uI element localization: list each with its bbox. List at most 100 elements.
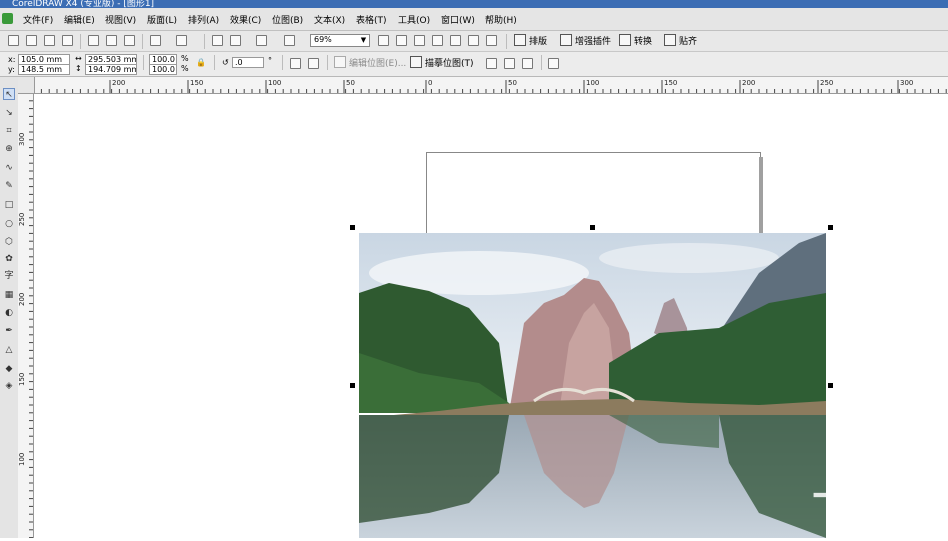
paste-icon[interactable] — [124, 35, 135, 46]
crop-tool-icon[interactable]: ⌗ — [3, 125, 15, 137]
scale-height-field[interactable]: 100.0 — [149, 64, 177, 75]
smart-fill-icon[interactable]: ✎ — [3, 180, 15, 192]
ruler-v-label: 150 — [18, 373, 26, 386]
table-tool-icon[interactable]: ▦ — [3, 289, 15, 301]
undo-icon[interactable] — [150, 35, 161, 46]
bitmap-color-mask-icon[interactable] — [522, 58, 533, 69]
trace-bitmap-label: 描摹位图(T) — [425, 59, 474, 69]
convert-button[interactable]: 转换 — [619, 34, 652, 49]
fill-tool-icon[interactable]: ◆ — [3, 363, 15, 375]
ruler-origin[interactable] — [18, 77, 35, 94]
y-position-field[interactable]: 148.5 mm — [18, 64, 70, 75]
freehand-tool-icon[interactable]: ∿ — [3, 162, 15, 174]
ellipse-tool-icon[interactable]: ○ — [3, 218, 15, 230]
zoom-height-icon[interactable] — [486, 35, 497, 46]
crop-bitmap-icon[interactable] — [486, 58, 497, 69]
eyedropper-icon[interactable]: ✒ — [3, 325, 15, 337]
interactive-fill-icon[interactable]: ◈ — [3, 380, 15, 392]
toolbox: ↖ ↘ ⌗ ⊕ ∿ ✎ □ ○ ⬡ ✿ 字 ▦ ◐ ✒ △ ◆ ◈ — [0, 77, 19, 538]
separator — [143, 55, 144, 70]
selection-handle-top-left[interactable] — [350, 225, 355, 230]
save-icon[interactable] — [44, 35, 55, 46]
percent-label: % — [181, 54, 189, 63]
resample-icon[interactable] — [504, 58, 515, 69]
export-icon[interactable] — [230, 35, 241, 46]
rotation-angle-field[interactable]: .0 — [232, 57, 264, 68]
menu-effects[interactable]: 效果(C) — [230, 13, 261, 26]
welcome-screen-icon[interactable] — [284, 35, 295, 46]
horizontal-ruler[interactable]: 200 150 100 50 0 50 100 150 200 250 300 — [17, 77, 948, 94]
vertical-ruler[interactable]: 300 250 200 150 100 — [18, 92, 34, 539]
zoom-width-icon[interactable] — [468, 35, 479, 46]
ruler-h-label: 150 — [190, 79, 203, 87]
ruler-h-label: 50 — [346, 79, 355, 87]
ruler-h-label: 200 — [742, 79, 755, 87]
ruler-h-label: 50 — [508, 79, 517, 87]
menu-tools[interactable]: 工具(O) — [398, 13, 430, 26]
menu-table[interactable]: 表格(T) — [356, 13, 387, 26]
plugin-button[interactable]: 增强插件 — [560, 34, 611, 49]
shape-tool-icon[interactable]: ↘ — [3, 107, 15, 119]
application-launcher-icon[interactable] — [256, 35, 267, 46]
lock-ratio-icon[interactable]: 🔒 — [196, 58, 206, 67]
zoom-level-value: 69% — [314, 35, 332, 44]
menu-text[interactable]: 文本(X) — [314, 13, 345, 26]
menu-layout[interactable]: 版面(L) — [147, 13, 177, 26]
selection-handle-top-middle[interactable] — [590, 225, 595, 230]
text-tool-icon[interactable]: 字 — [3, 270, 15, 282]
layout-button[interactable]: 排版 — [514, 34, 547, 49]
menu-file[interactable]: 文件(F) — [23, 13, 53, 26]
zoom-all-icon[interactable] — [432, 35, 443, 46]
height-icon: ↕ — [75, 64, 82, 73]
ruler-v-label: 250 — [18, 213, 26, 226]
copy-icon[interactable] — [106, 35, 117, 46]
menu-view[interactable]: 视图(V) — [105, 13, 136, 26]
zoom-page-icon[interactable] — [450, 35, 461, 46]
zoom-selected-icon[interactable] — [414, 35, 425, 46]
snap-button[interactable]: 贴齐 — [664, 34, 697, 49]
separator — [214, 55, 215, 70]
menu-bar: 文件(F) 编辑(E) 视图(V) 版面(L) 排列(A) 效果(C) 位图(B… — [0, 8, 948, 31]
ruler-h-label: 100 — [268, 79, 281, 87]
vertical-ruler-ticks: 300 250 200 150 100 — [18, 92, 33, 539]
zoom-tool-icon[interactable]: ⊕ — [3, 143, 15, 155]
menu-arrange[interactable]: 排列(A) — [188, 13, 219, 26]
selection-handle-middle-right[interactable] — [828, 383, 833, 388]
rectangle-tool-icon[interactable]: □ — [3, 199, 15, 211]
zoom-in-icon[interactable] — [378, 35, 389, 46]
new-doc-icon[interactable] — [8, 35, 19, 46]
basic-shapes-icon[interactable]: ✿ — [3, 253, 15, 265]
window-title: CorelDRAW X4 (专业版) - [图形1] — [12, 0, 155, 8]
redo-icon[interactable] — [176, 35, 187, 46]
open-icon[interactable] — [26, 35, 37, 46]
import-icon[interactable] — [212, 35, 223, 46]
ruler-v-label: 100 — [18, 453, 26, 466]
print-icon[interactable] — [62, 35, 73, 46]
selection-handle-middle-left[interactable] — [350, 383, 355, 388]
selection-handle-top-right[interactable] — [828, 225, 833, 230]
zoom-level-select[interactable]: 69% ▼ — [310, 34, 370, 47]
menu-edit[interactable]: 编辑(E) — [64, 13, 95, 26]
separator — [541, 55, 542, 70]
menu-help[interactable]: 帮助(H) — [485, 13, 517, 26]
interactive-blend-icon[interactable]: ◐ — [3, 307, 15, 319]
edit-bitmap-icon — [334, 56, 346, 68]
outline-pen-icon[interactable]: △ — [3, 344, 15, 356]
polygon-tool-icon[interactable]: ⬡ — [3, 236, 15, 248]
selected-bitmap[interactable] — [359, 233, 826, 538]
wrap-text-icon[interactable] — [548, 58, 559, 69]
app-icon[interactable] — [2, 13, 13, 24]
edit-bitmap-button[interactable]: 编辑位图(E)... — [334, 56, 406, 71]
ruler-h-label: 150 — [664, 79, 677, 87]
mirror-vertical-icon[interactable] — [308, 58, 319, 69]
pick-tool-icon[interactable]: ↖ — [3, 88, 15, 100]
zoom-out-icon[interactable] — [396, 35, 407, 46]
menu-window[interactable]: 窗口(W) — [441, 13, 475, 26]
cut-icon[interactable] — [88, 35, 99, 46]
separator — [204, 34, 205, 49]
mirror-horizontal-icon[interactable] — [290, 58, 301, 69]
height-field[interactable]: 194.709 mm — [85, 64, 137, 75]
menu-bitmaps[interactable]: 位图(B) — [272, 13, 303, 26]
trace-bitmap-button[interactable]: 描摹位图(T) — [410, 56, 474, 71]
property-bar: x: 105.0 mm y: 148.5 mm ↔ 295.503 mm ↕ 1… — [0, 52, 948, 77]
